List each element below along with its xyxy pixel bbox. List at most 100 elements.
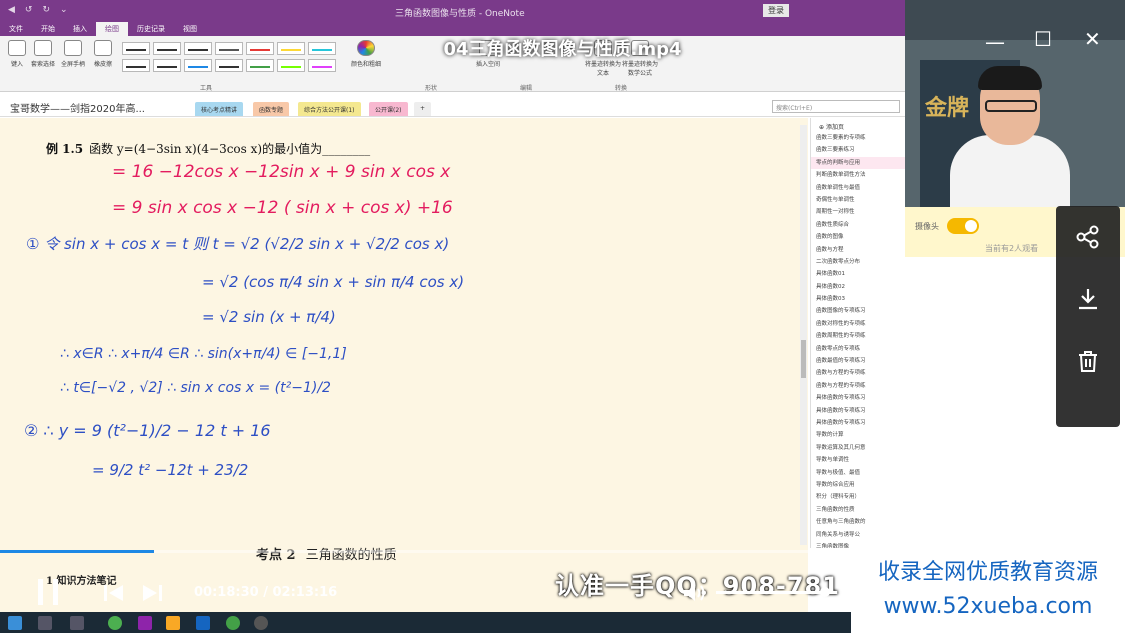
section-tab[interactable]: 综合方法公开课(1)	[298, 102, 361, 116]
page-list-item[interactable]: 函数图像的专项练习	[811, 305, 905, 317]
ink-line: = √2 (cos π/4 sin x + sin π/4 cos x)	[202, 273, 465, 291]
page-list: ⊕ 添加页 函数三要素的专项练 函数三要素练习 零点的判断与应用 判断函数单调性方法函…	[810, 118, 905, 548]
page-list-item[interactable]: 导数的计算	[811, 429, 905, 441]
ink-line: = 16 −12cos x −12sin x + 9 sin x cos x	[112, 162, 451, 182]
pause-button[interactable]	[36, 575, 60, 611]
page-list-item[interactable]: 具体函数02	[811, 281, 905, 293]
app-icon-onenote[interactable]	[138, 616, 152, 630]
ink-line: ∴ x∈R ∴ x+π/4 ∈R ∴ sin(x+π/4) ∈ [−1,1]	[60, 346, 347, 362]
video-progress-bar[interactable]	[0, 550, 905, 553]
page-list-item[interactable]: 三角函数的性质	[811, 504, 905, 516]
problem-statement: 例 1.5 函数 y=(4−3sin x)(4−3cos x)的最小值为_____…	[46, 142, 371, 156]
previous-button[interactable]	[103, 583, 125, 607]
share-button[interactable]	[1056, 206, 1120, 268]
page-list-item[interactable]: 导数运算及其几何意	[811, 442, 905, 454]
action-panel	[1056, 206, 1120, 427]
page-list-item[interactable]: 函数与方程的专项练	[811, 380, 905, 392]
page-list-item[interactable]: 零点的判断与应用	[811, 156, 905, 170]
group-label-tools: 工具	[200, 85, 213, 92]
page-scrollbar[interactable]	[800, 125, 807, 545]
customize-icon[interactable]: ⌄	[60, 5, 68, 15]
page-list-items: 函数三要素的专项练 函数三要素练习 零点的判断与应用 判断函数单调性方法 函数单调性与最…	[811, 132, 905, 548]
page-list-item[interactable]: 周期性一对称性	[811, 206, 905, 218]
page-list-item[interactable]: 函数三要素的专项练	[811, 132, 905, 144]
page-list-item[interactable]: 函数与方程	[811, 244, 905, 256]
section-tab[interactable]: 公开课(2)	[369, 102, 408, 116]
time-display: 00:18:30 / 02:13:16	[194, 585, 338, 600]
app-icon-green[interactable]	[226, 616, 240, 630]
share-icon	[1076, 225, 1099, 249]
tab-draw[interactable]: 绘图	[96, 22, 128, 36]
page-list-item[interactable]: 函数单调性与最值	[811, 182, 905, 194]
page-list-item[interactable]: 具体函数的专项练习	[811, 417, 905, 429]
page-list-item[interactable]: 函数的图像	[811, 231, 905, 243]
close-icon[interactable]: ✕	[1084, 27, 1101, 51]
search-icon[interactable]	[70, 616, 84, 630]
volume-knob[interactable]	[820, 587, 830, 597]
page-list-item[interactable]: 函数与方程的专项练	[811, 367, 905, 379]
windows-start-icon[interactable]	[8, 616, 22, 630]
screen: ◀ ↺ ↻ ⌄ 三角函数图像与性质 - OneNote 登录 文件 开始 插入 …	[0, 0, 1125, 633]
redo-icon[interactable]: ↻	[42, 5, 50, 15]
page-list-item[interactable]: 导数与单调性	[811, 454, 905, 466]
window-title: 三角函数图像与性质 - OneNote	[395, 9, 525, 19]
tab-file[interactable]: 文件	[0, 22, 32, 36]
tab-history[interactable]: 历史记录	[128, 22, 174, 36]
section-tab[interactable]: 核心考点精讲	[195, 102, 244, 116]
ink-line: = 9 sin x cos x −12 ( sin x + cos x) +16	[112, 198, 453, 218]
page-list-item[interactable]: 函数性质综合	[811, 219, 905, 231]
page-list-item[interactable]: 函数最值的专项练习	[811, 355, 905, 367]
page-list-item[interactable]: 函数零点的专项练	[811, 343, 905, 355]
section-tab[interactable]: 函数专题	[253, 102, 290, 116]
scroll-thumb[interactable]	[801, 340, 806, 378]
notebook-title[interactable]: 宝哥数学——剑指2020年高...	[10, 100, 145, 115]
poster-text: 金牌	[925, 96, 970, 121]
page-list-item[interactable]: 导数的综合应用	[811, 479, 905, 491]
ad-banner[interactable]: 收录全网优质教育资源 www.52xueba.com	[851, 548, 1125, 633]
app-icon-chrome[interactable]	[108, 616, 122, 630]
app-icon-player[interactable]	[254, 616, 268, 630]
quick-access-toolbar: ◀ ↺ ↻ ⌄	[8, 5, 68, 15]
page-list-item[interactable]: 具体函数的专项练习	[811, 405, 905, 417]
page-list-item[interactable]: 函数周期性的专项练	[811, 330, 905, 342]
volume-button[interactable]	[682, 582, 708, 608]
tab-view[interactable]: 视图	[174, 22, 206, 36]
back-icon[interactable]: ◀	[8, 5, 15, 15]
login-button[interactable]: 登录	[763, 4, 789, 17]
page-list-item[interactable]: 具体函数的专项练习	[811, 392, 905, 404]
skip-back-icon	[104, 585, 123, 601]
minimize-icon[interactable]: —	[985, 30, 1005, 54]
maximize-icon[interactable]: ☐	[1034, 27, 1052, 51]
page-list-item[interactable]: 同角关系与诱导公	[811, 529, 905, 541]
volume-slider[interactable]	[716, 587, 830, 597]
group-label-shapes: 形状	[425, 85, 438, 92]
page-list-item[interactable]: 二次函数零点分布	[811, 256, 905, 268]
download-button[interactable]	[1056, 268, 1120, 330]
tab-insert[interactable]: 插入	[64, 22, 96, 36]
add-page-button[interactable]: ⊕ 添加页	[811, 118, 905, 132]
page-list-item[interactable]: 判断函数单调性方法	[811, 169, 905, 181]
delete-button[interactable]	[1056, 330, 1120, 392]
camera-toggle[interactable]	[947, 218, 979, 234]
page-list-item[interactable]: 积分（理科专用）	[811, 491, 905, 503]
note-page[interactable]: 例 1.5 函数 y=(4−3sin x)(4−3cos x)的最小值为_____…	[0, 118, 808, 548]
tab-home[interactable]: 开始	[32, 22, 64, 36]
app-icon-explorer[interactable]	[166, 616, 180, 630]
page-list-item[interactable]: 任意角与三角函数的	[811, 516, 905, 528]
progress-fill	[0, 550, 154, 553]
page-list-item[interactable]: 函数三要素练习	[811, 144, 905, 156]
ad-line-1: 收录全网优质教育资源	[877, 560, 1098, 585]
task-view-icon[interactable]	[38, 616, 52, 630]
search-input[interactable]: 搜索(Ctrl+E)	[772, 100, 900, 113]
page-list-item[interactable]: 奇偶性与单调性	[811, 194, 905, 206]
page-list-item[interactable]: 具体函数01	[811, 268, 905, 280]
undo-icon[interactable]: ↺	[25, 5, 33, 15]
page-list-item[interactable]: 函数对称性的专项练	[811, 318, 905, 330]
page-list-item[interactable]: 三角函数图像	[811, 541, 905, 548]
ad-line-2: www.52xueba.com	[883, 594, 1093, 619]
page-list-item[interactable]: 具体函数03	[811, 293, 905, 305]
page-list-item[interactable]: 导数与极值、最值	[811, 467, 905, 479]
next-button[interactable]	[141, 583, 163, 607]
add-section-icon[interactable]: +	[414, 102, 432, 116]
app-icon-word[interactable]	[196, 616, 210, 630]
